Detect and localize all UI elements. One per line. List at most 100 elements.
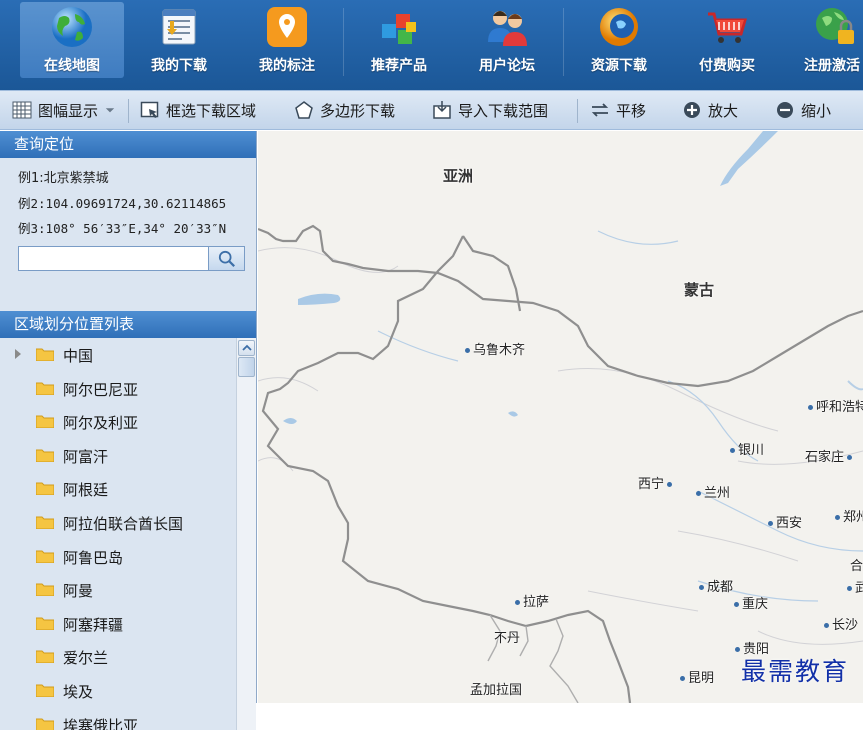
list-item[interactable]: 阿塞拜疆	[0, 607, 235, 640]
nav-register-activate[interactable]: 注册激活	[792, 0, 863, 90]
map-label-shijiazhuang[interactable]: 石家庄	[805, 446, 853, 465]
list-item[interactable]: 埃塞俄比亚	[0, 708, 235, 730]
list-item-label: 阿塞拜疆	[63, 616, 124, 634]
watermark: 最需教育	[741, 657, 850, 686]
list-scrollbar[interactable]	[236, 338, 256, 730]
folder-icon	[36, 348, 54, 361]
pan-arrows-icon	[591, 103, 609, 117]
chevron-down-icon	[105, 108, 115, 113]
example-1: 例1:北京紫禁城	[18, 171, 109, 186]
map-label-wuhan[interactable]: 武	[847, 577, 863, 596]
list-item-label: 阿富汗	[63, 448, 109, 466]
nav-paid-purchase[interactable]: 付费购买	[680, 0, 774, 90]
nav-my-downloads[interactable]: 我的下载	[132, 0, 226, 90]
map-label-kunming[interactable]: 昆明	[680, 667, 714, 686]
left-panel: 查询定位 例1:北京紫禁城 例2:104.09691724,30.6211486…	[0, 131, 257, 730]
list-item-label: 阿根廷	[63, 481, 109, 499]
list-item[interactable]: 阿根廷	[0, 472, 235, 505]
box-download-button[interactable]: 框选下载区域	[140, 91, 256, 129]
map-label-xining[interactable]: 西宁	[638, 473, 673, 492]
box-select-icon	[140, 101, 159, 118]
city-name: 郑州	[843, 510, 863, 525]
city-dot-icon	[835, 515, 840, 520]
city-name: 武	[855, 581, 863, 596]
globe-icon	[52, 7, 92, 47]
chevron-up-icon	[241, 344, 252, 351]
list-item-label: 埃塞俄比亚	[63, 717, 139, 730]
nav-label: 推荐产品	[371, 58, 427, 74]
map-label-lhasa[interactable]: 拉萨	[515, 591, 549, 610]
pan-button[interactable]: 平移	[590, 91, 646, 129]
map-pin-icon	[267, 7, 307, 47]
query-panel-title: 查询定位	[0, 131, 256, 158]
folder-icon	[36, 449, 54, 462]
city-dot-icon	[680, 676, 685, 681]
polygon-download-label: 多边形下载	[320, 101, 396, 120]
zoom-out-label: 缩小	[801, 101, 832, 120]
rivers	[377, 230, 863, 602]
city-dot-icon	[667, 482, 673, 487]
map-label-xian[interactable]: 西安	[768, 512, 802, 531]
list-item[interactable]: 阿拉伯联合酋长国	[0, 506, 235, 539]
list-item[interactable]: 阿富汗	[0, 439, 235, 472]
map-label-chengdu[interactable]: 成都	[699, 576, 733, 595]
city-dot-icon	[730, 448, 735, 453]
city-name: 昆明	[688, 671, 715, 686]
list-item[interactable]: 爱尔兰	[0, 640, 235, 673]
folder-icon	[36, 684, 54, 697]
map-label-lanzhou[interactable]: 兰州	[696, 482, 730, 501]
nav-label: 在线地图	[44, 58, 100, 74]
nav-separator	[343, 8, 344, 76]
scroll-up-button[interactable]	[238, 340, 255, 356]
city-dot-icon	[699, 585, 704, 590]
map-label-changsha[interactable]: 长沙	[824, 614, 858, 633]
plus-circle-icon	[684, 102, 700, 118]
list-item-label: 阿鲁巴岛	[63, 549, 124, 567]
map-label-yinchuan[interactable]: 银川	[730, 439, 764, 458]
zoom-in-button[interactable]: 放大	[682, 91, 738, 129]
folder-icon	[36, 415, 54, 428]
list-item[interactable]: 阿曼	[0, 573, 235, 606]
import-range-button[interactable]: 导入下载范围	[432, 91, 548, 129]
city-dot-icon	[734, 602, 739, 607]
list-item[interactable]: 中国	[0, 338, 235, 371]
map-label-chongqing[interactable]: 重庆	[734, 593, 768, 612]
map-view[interactable]: 亚洲 蒙古 乌鲁木齐 呼和浩特 银川 石家庄 西宁 兰州 西安 郑州 合 成都 …	[258, 131, 863, 703]
map-label-hohhot[interactable]: 呼和浩特	[808, 396, 863, 415]
polygon-download-button[interactable]: 多边形下载	[294, 91, 395, 129]
nav-resource-download[interactable]: 资源下载	[572, 0, 666, 90]
frame-display-label: 图幅显示	[38, 101, 99, 120]
map-label-zhengzhou[interactable]: 郑州	[835, 506, 863, 525]
list-item[interactable]: 阿尔及利亚	[0, 405, 235, 438]
province-borders	[258, 247, 863, 645]
city-name: 拉萨	[523, 595, 550, 610]
nav-recommended-products[interactable]: 推荐产品	[352, 0, 446, 90]
list-item[interactable]: 阿尔巴尼亚	[0, 372, 235, 405]
frame-display-dropdown[interactable]: 图幅显示	[12, 91, 116, 129]
folder-icon	[36, 550, 54, 563]
list-item[interactable]: 阿鲁巴岛	[0, 540, 235, 573]
nav-label: 我的下载	[151, 58, 207, 74]
nav-my-annotations[interactable]: 我的标注	[240, 0, 334, 90]
nav-online-map[interactable]: 在线地图	[20, 2, 124, 78]
list-item-label: 阿曼	[63, 582, 94, 600]
map-label-bangladesh: 孟加拉国	[470, 683, 523, 698]
search-button[interactable]	[208, 247, 244, 270]
map-label-urumqi[interactable]: 乌鲁木齐	[465, 339, 525, 358]
city-dot-icon	[768, 521, 773, 526]
expand-arrow-icon[interactable]	[15, 349, 21, 359]
toolbar-separator	[577, 99, 578, 123]
map-toolbar: 图幅显示 框选下载区域 多边形下载 导入下载范围 平移 放大 缩小	[0, 90, 863, 130]
zoom-in-label: 放大	[708, 101, 739, 120]
scroll-thumb[interactable]	[238, 357, 255, 377]
city-dot-icon	[808, 405, 813, 410]
border-china-west	[261, 235, 632, 703]
zoom-out-button[interactable]: 缩小	[775, 91, 831, 129]
example-3: 例3:108° 56′33″E,34° 20′33″N	[18, 221, 227, 236]
search-input[interactable]	[19, 247, 208, 270]
city-name: 西安	[776, 516, 803, 531]
city-name: 乌鲁木齐	[473, 343, 526, 358]
list-item[interactable]: 埃及	[0, 674, 235, 707]
nav-user-forum[interactable]: 用户论坛	[460, 0, 554, 90]
city-name: 银川	[738, 443, 765, 458]
